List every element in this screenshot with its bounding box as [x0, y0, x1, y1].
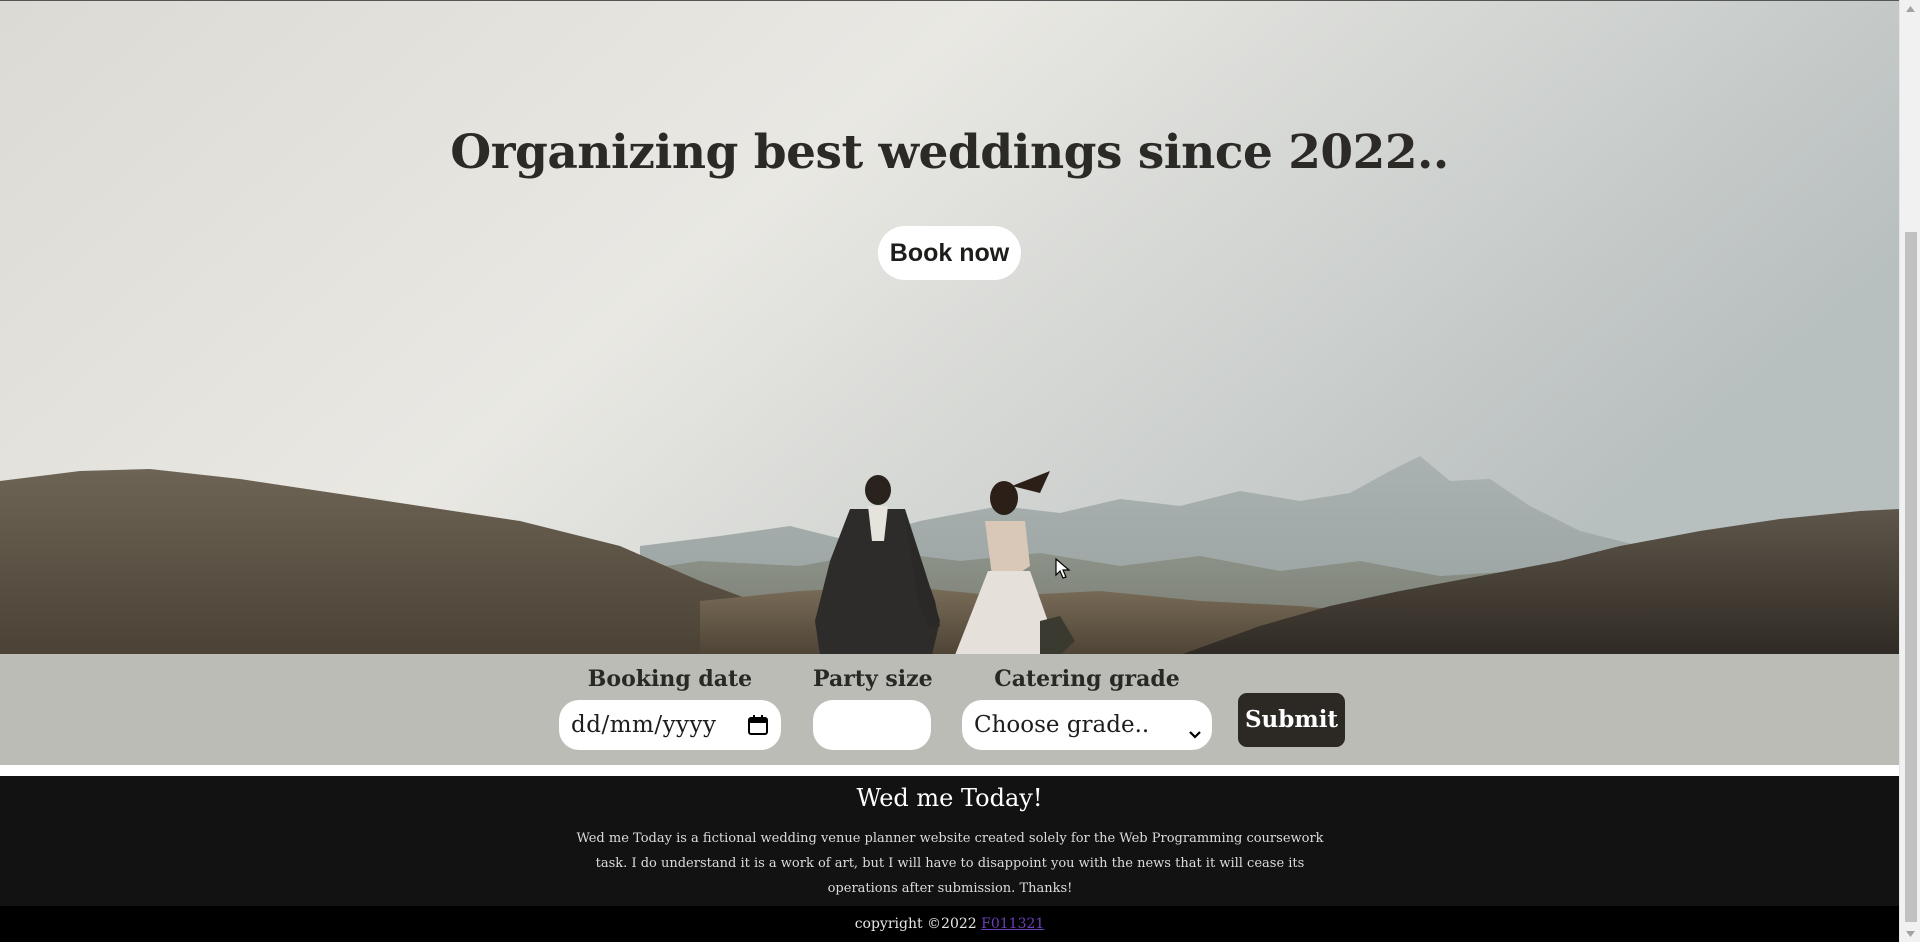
copyright-bar: copyright ©2022 F011321 — [0, 906, 1899, 942]
catering-grade-label: Catering grade — [994, 666, 1180, 692]
hero-section: Organizing best weddings since 2022.. Bo… — [0, 0, 1899, 654]
footer-description: Wed me Today is a fictional wedding venu… — [576, 831, 1324, 896]
booking-date-label: Booking date — [587, 666, 753, 692]
calendar-icon[interactable] — [747, 714, 769, 736]
book-now-button[interactable]: Book now — [878, 226, 1021, 280]
copyright-link[interactable]: F011321 — [981, 916, 1044, 932]
footer-spacer — [0, 765, 1899, 776]
scroll-up-arrow-icon[interactable] — [1900, 0, 1920, 17]
hero-title: Organizing best weddings since 2022.. — [450, 125, 1449, 180]
catering-grade-select[interactable]: Choose grade.. — [962, 700, 1212, 750]
vertical-scrollbar[interactable] — [1899, 0, 1920, 942]
hero-wedding-photo — [0, 1, 1899, 654]
booking-date-input[interactable]: dd/mm/yyyy — [559, 700, 781, 750]
page: Organizing best weddings since 2022.. Bo… — [0, 0, 1920, 942]
party-size-input[interactable] — [813, 700, 931, 750]
chevron-down-icon — [1188, 720, 1202, 739]
booking-form: Booking date dd/mm/yyyy Party size Cater… — [0, 654, 1899, 765]
mouse-pointer-icon — [1055, 557, 1071, 580]
footer-title: Wed me Today! — [856, 784, 1043, 812]
catering-grade-selected: Choose grade.. — [974, 712, 1150, 738]
scrollbar-thumb[interactable] — [1905, 232, 1917, 922]
scroll-down-arrow-icon[interactable] — [1900, 925, 1920, 942]
party-size-label: Party size — [813, 666, 933, 692]
copyright-text: copyright ©2022 — [854, 916, 982, 932]
booking-date-placeholder: dd/mm/yyyy — [571, 712, 717, 738]
footer: Wed me Today! Wed me Today is a fictiona… — [0, 776, 1899, 906]
submit-button[interactable]: Submit — [1238, 693, 1345, 747]
